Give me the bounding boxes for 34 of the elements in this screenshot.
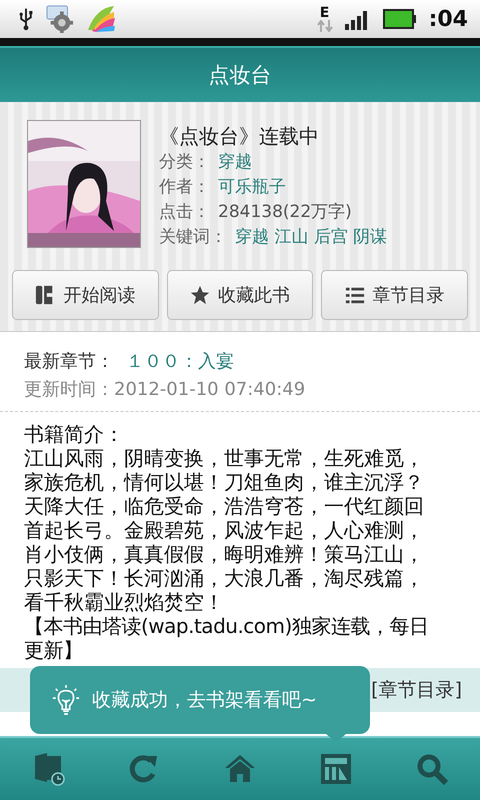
intro-paragraph: 江山风雨，阴晴变换，世事无常，生死难觅，家族危机，情何以堪！刀俎鱼肉，谁主沉浮？天降大任，临危受命，浩浩穹苍，一代红颜回首起长弓。金殿碧苑，风波乍起，人心难测，肖小伎俩，真真假假，晦明难辨！策马江山，只影天下！长河汹涌，大浪几番，淘尽残篇，看千秋霸业烈焰焚空！ <box>24 446 425 614</box>
field-link[interactable]: 穿越 江山 后宫 阴谋 <box>235 225 388 250</box>
latest-chapter-link[interactable]: １００：入宴 <box>126 348 234 376</box>
action-button[interactable]: 开始阅读 <box>12 270 159 320</box>
field-label: 点击： <box>159 201 210 224</box>
field-label: 分类： <box>159 151 210 174</box>
shelf-icon[interactable] <box>319 752 353 786</box>
app-icon <box>86 4 116 34</box>
intro-paragraph: 【本书由塔读(wap.tadu.com)独家连载，每日更新】 <box>24 614 430 662</box>
action-button[interactable]: 章节目录 <box>321 270 468 320</box>
book-icon <box>35 285 56 305</box>
usb-icon <box>18 7 34 31</box>
field-label: 作者： <box>159 176 210 199</box>
action-button[interactable]: 收藏此书 <box>166 270 314 320</box>
clock: :04 <box>428 6 468 32</box>
list-icon <box>344 285 365 305</box>
data-arrows-icon <box>316 20 333 32</box>
search-icon[interactable] <box>415 752 449 786</box>
intro-heading: 书籍简介： <box>24 422 125 446</box>
book-title: 《点妆台》连载中 <box>159 123 320 150</box>
field-link[interactable]: 可乐瓶子 <box>218 175 286 200</box>
screen-title: 点妆台 <box>208 62 272 89</box>
chapter-list-link[interactable]: [章节目录] <box>371 677 462 703</box>
latest-chapter-label: 最新章节： <box>24 350 114 374</box>
popup-text: 收藏成功，去书架看看吧~ <box>92 688 317 713</box>
update-time: 更新时间：2012-01-10 07:40:49 <box>24 378 306 402</box>
field-link[interactable]: 穿越 <box>218 150 252 175</box>
field-value: 284138(22万字) <box>218 201 352 224</box>
battery-icon <box>382 8 417 30</box>
gear-icon <box>46 5 74 33</box>
lightbulb-icon <box>52 684 80 716</box>
network-type: E <box>320 6 330 20</box>
field-label: 关键词： <box>159 226 227 249</box>
star-icon <box>190 285 210 305</box>
